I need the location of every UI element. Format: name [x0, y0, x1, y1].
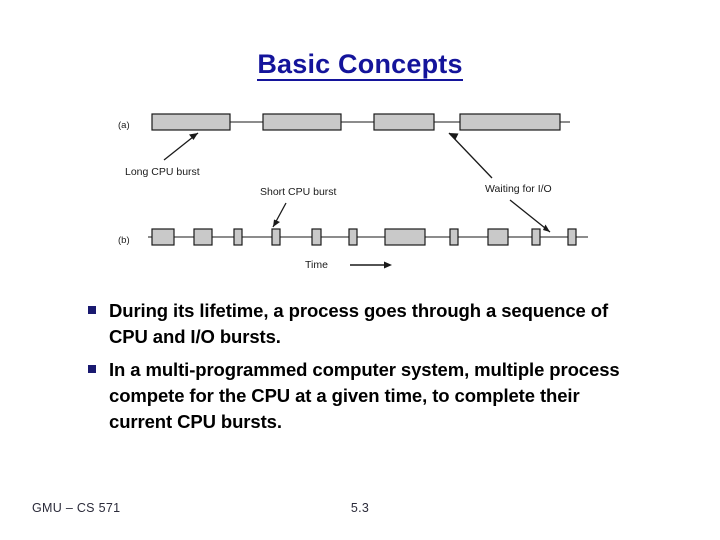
- cpu-io-burst-diagram: (a) Long CPU burst Waiting for I/O Short…: [100, 100, 590, 285]
- annotation-waiting-for-io-label: Waiting for I/O: [485, 183, 552, 195]
- bullet-text: In a multi-programmed computer system, m…: [109, 358, 620, 433]
- diagram-row-a: (a): [118, 113, 570, 131]
- burst-block: [311, 228, 322, 246]
- slide-canvas: Basic Concepts (a) Long CPU burst Waitin…: [0, 0, 720, 540]
- row-a-label: (a): [118, 120, 130, 131]
- square-bullet-icon: [88, 306, 96, 314]
- burst-block: [449, 228, 459, 246]
- annotation-long-cpu-burst: Long CPU burst: [125, 132, 200, 178]
- burst-block: [193, 228, 213, 246]
- burst-block: [262, 113, 342, 131]
- list-item: In a multi-programmed computer system, m…: [88, 357, 668, 436]
- annotation-long-cpu-burst-label: Long CPU burst: [125, 166, 200, 178]
- bullet-text: During its lifetime, a process goes thro…: [109, 300, 609, 348]
- burst-block: [567, 228, 577, 246]
- annotation-waiting-for-io: Waiting for I/O: [448, 132, 552, 233]
- bullet-list: During its lifetime, a process goes thro…: [88, 298, 668, 441]
- page-title-container: Basic Concepts: [0, 50, 720, 82]
- diagram-row-b: (b): [118, 228, 588, 246]
- page-title: Basic Concepts: [257, 50, 463, 82]
- burst-block: [531, 228, 541, 246]
- burst-block: [151, 113, 231, 131]
- burst-block: [373, 113, 435, 131]
- footer-page-number: 5.3: [350, 501, 370, 515]
- annotation-time: Time: [305, 259, 392, 271]
- burst-block: [487, 228, 509, 246]
- burst-block: [233, 228, 243, 246]
- annotation-short-cpu-burst: Short CPU burst: [260, 186, 337, 228]
- square-bullet-icon: [88, 364, 96, 373]
- row-b-label: (b): [118, 235, 130, 246]
- annotation-time-label: Time: [305, 259, 328, 271]
- list-item: During its lifetime, a process goes thro…: [88, 298, 668, 351]
- annotation-short-cpu-burst-label: Short CPU burst: [260, 186, 337, 198]
- burst-block: [348, 228, 358, 246]
- burst-block: [384, 228, 426, 246]
- burst-block: [271, 228, 281, 246]
- burst-block: [459, 113, 561, 131]
- burst-block: [151, 228, 175, 246]
